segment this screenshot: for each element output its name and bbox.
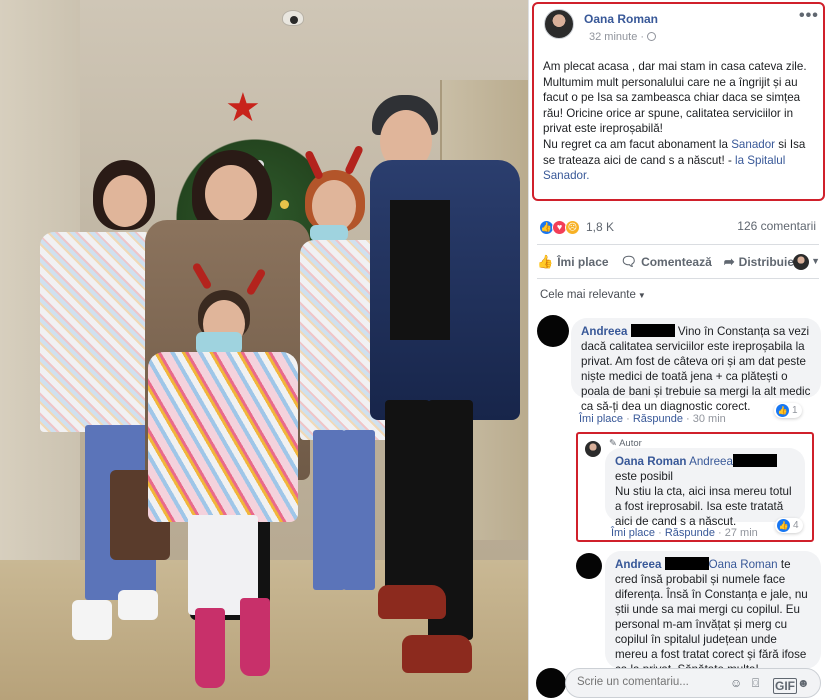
comment-bubble: Andreea Vino în Constanța sa vezi dacă c… — [571, 318, 821, 413]
more-options-icon[interactable]: ••• — [799, 7, 819, 25]
camera-icon[interactable]: ⌼ — [752, 676, 759, 691]
comment-input[interactable] — [577, 676, 697, 688]
redacted-surname — [630, 324, 675, 337]
post-author-name[interactable]: Oana Roman — [584, 12, 658, 26]
sticker-icon[interactable]: ☻ — [797, 676, 810, 690]
divider — [537, 244, 819, 245]
commenter-name[interactable]: Andreea — [581, 325, 627, 338]
like-badge-icon: 👍 — [776, 404, 789, 417]
reply-time[interactable]: 27 min — [725, 527, 758, 539]
comments-count[interactable]: 126 comentarii — [737, 219, 816, 233]
globe-icon — [647, 32, 657, 41]
commenter-avatar[interactable] — [537, 315, 569, 347]
post-text: Am plecat acasa , dar mai stam in casa c… — [543, 59, 811, 184]
comment-sort-dropdown[interactable]: Cele mai relevante ▼ — [540, 289, 646, 301]
share-arrow-icon: ➦ — [723, 254, 735, 269]
sort-label: Cele mai relevante — [540, 289, 636, 301]
reply-actions: Îmi place · Răspunde · 27 min — [611, 527, 758, 539]
author-avatar[interactable] — [544, 9, 574, 39]
comment-mention-link[interactable]: Oana Roman — [709, 558, 778, 571]
like-button[interactable]: 👍 Îmi place — [537, 254, 609, 270]
reply-like-count[interactable]: 👍 4 — [775, 518, 803, 533]
reply-like-link[interactable]: Îmi place — [611, 527, 655, 539]
comment-reply-link[interactable]: Răspunde — [633, 413, 683, 425]
post-text-p2: Nu regret ca am facut abonament la Sanad… — [543, 137, 811, 184]
emoji-icon[interactable]: ☺ — [730, 676, 742, 690]
redacted-surname — [732, 454, 777, 467]
comment-text: te cred însă probabil și numele face dif… — [615, 558, 808, 676]
share-as-avatar[interactable] — [793, 254, 809, 270]
comment-bubble: Andreea Oana Roman te cred însă probabil… — [605, 551, 821, 676]
comment-text: Vino în Constanța sa vezi dacă calitatea… — [581, 325, 811, 413]
like-badge-icon: 👍 — [777, 519, 790, 532]
divider — [537, 278, 819, 279]
comment-actions: Îmi place · Răspunde · 30 min — [579, 413, 726, 425]
post-timestamp[interactable]: 32 minute · — [589, 31, 657, 43]
like-label: Îmi place — [557, 255, 609, 269]
comment-bubble-icon: 🗨 — [620, 254, 638, 269]
comment-likes-number: 1 — [792, 405, 798, 416]
sad-reaction-icon: ☹ — [565, 219, 580, 235]
reply-mention-link[interactable]: Andreea — [689, 455, 733, 468]
dot-separator: · — [640, 31, 648, 43]
reply-author-avatar[interactable] — [585, 441, 601, 457]
tree-star-icon: ★ — [225, 86, 261, 130]
comment-button[interactable]: 🗨 Comentează — [621, 254, 712, 270]
comment-label: Comentează — [641, 255, 712, 269]
reactions-summary[interactable]: 👍 ♥ ☹ 1,8 K — [539, 218, 614, 236]
reply-likes-number: 4 — [793, 520, 799, 531]
redacted-surname — [664, 557, 709, 570]
ornament — [280, 200, 289, 209]
post-actions-bar: 👍 Îmi place 🗨 Comentează ➦ Distribuie — [537, 250, 820, 274]
reactions-count[interactable]: 1,8 K — [586, 220, 614, 234]
post-text-p2-pre: Nu regret ca am facut abonament la — [543, 137, 732, 151]
reply-reply-link[interactable]: Răspunde — [665, 527, 715, 539]
comment-like-count[interactable]: 👍 1 — [774, 403, 802, 418]
share-button[interactable]: ➦ Distribuie — [724, 254, 794, 270]
pencil-icon: ✎ — [609, 438, 617, 449]
comment-time[interactable]: 30 min — [693, 413, 726, 425]
chevron-down-icon[interactable]: ▼ — [811, 256, 820, 266]
post-photo[interactable]: ★ — [0, 0, 528, 700]
share-label: Distribuie — [738, 255, 794, 269]
sanador-link[interactable]: Sanador — [731, 138, 775, 151]
facebook-post-panel: Oana Roman 32 minute · ••• Am plecat aca… — [528, 0, 827, 700]
reply-author-name[interactable]: Oana Roman — [615, 455, 687, 468]
commenter-avatar[interactable] — [576, 553, 602, 579]
security-camera — [282, 10, 304, 26]
reply-text: Nu stiu la cta, aici insa mereu totul a … — [615, 485, 792, 528]
reply-bubble: Oana Roman Andreea este posibil Nu stiu l… — [605, 448, 805, 528]
reply-text-lead: este posibil — [615, 470, 674, 483]
post-text-p1: Am plecat acasa , dar mai stam in casa c… — [543, 60, 807, 136]
thumbs-up-icon: 👍 — [537, 254, 554, 269]
current-user-avatar[interactable] — [536, 668, 566, 698]
comment-composer[interactable]: ☺ ⌼ GIF ☻ — [565, 668, 821, 698]
commenter-name[interactable]: Andreea — [615, 558, 661, 571]
post-time-text[interactable]: 32 minute — [589, 31, 637, 43]
caret-down-icon: ▼ — [637, 291, 646, 300]
comment-like-link[interactable]: Îmi place — [579, 413, 623, 425]
gif-icon[interactable]: GIF — [773, 678, 797, 694]
